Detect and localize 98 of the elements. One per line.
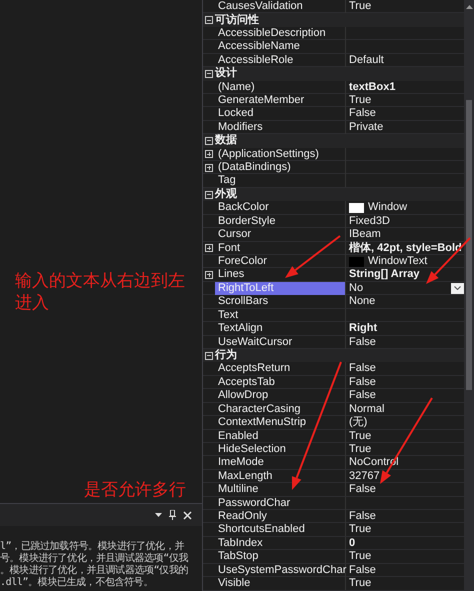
property-row[interactable]: (ApplicationSettings) (203, 148, 464, 162)
output-line: l”，已跳过加载符号。模块进行了优化，并 (0, 541, 186, 552)
property-row[interactable]: UseSystemPasswordChar False (203, 564, 464, 578)
property-row[interactable]: CausesValidation True (203, 0, 464, 14)
property-row[interactable]: ShortcutsEnabled True (203, 523, 464, 537)
property-row[interactable]: TabIndex 0 (203, 536, 464, 550)
property-value[interactable]: True (349, 430, 372, 442)
property-name[interactable]: ShortcutsEnabled (215, 523, 346, 536)
property-name[interactable]: AccessibleName (215, 40, 346, 54)
property-row[interactable]: BackColor Window (203, 201, 464, 215)
property-value[interactable]: None (349, 295, 376, 308)
annotation-text: 是否允许多行 (84, 479, 186, 501)
property-name[interactable]: CausesValidation (215, 0, 346, 13)
property-value[interactable]: False (349, 107, 376, 120)
property-name[interactable]: TextAlign (215, 322, 346, 336)
property-value[interactable]: True (349, 550, 372, 564)
category-header[interactable]: 可访问性 (215, 14, 464, 27)
property-value[interactable]: textBox1 (349, 80, 396, 94)
property-value[interactable]: Private (349, 120, 384, 134)
property-name[interactable]: Modifiers (215, 120, 346, 134)
property-name[interactable]: ScrollBars (215, 295, 346, 308)
property-row[interactable]: Enabled True (203, 430, 464, 443)
property-row[interactable]: Locked False (203, 107, 464, 121)
property-row[interactable]: AcceptsTab False (203, 376, 464, 390)
property-name[interactable]: AccessibleRole (215, 54, 346, 67)
property-row[interactable]: GenerateMember True (203, 94, 464, 108)
category-header[interactable]: 设计 (215, 67, 464, 80)
property-value[interactable]: True (349, 94, 372, 107)
property-value[interactable]: False (349, 376, 376, 389)
property-row[interactable]: AccessibleDescription (203, 26, 464, 40)
property-value[interactable]: True (349, 0, 372, 13)
property-value[interactable]: Normal (349, 402, 384, 416)
property-row[interactable]: AcceptsReturn False (203, 362, 464, 376)
property-name[interactable]: ImeMode (215, 456, 346, 470)
category-header[interactable]: 行为 (215, 349, 464, 362)
property-row[interactable]: ForeColor WindowText (203, 255, 464, 268)
property-row[interactable]: (DataBindings) (203, 161, 464, 174)
property-row[interactable]: TabStop True (203, 550, 464, 564)
property-value[interactable]: IBeam (349, 228, 381, 242)
property-value[interactable]: No (349, 282, 364, 295)
output-line: .dll”。模块已生成，不包含符号。 (0, 577, 154, 589)
category-header[interactable]: 外观 (215, 188, 464, 202)
output-line: 号。模块进行了优化，并且调试器选项“仅我 (0, 553, 190, 564)
property-row[interactable]: HideSelection True (203, 442, 464, 456)
property-row[interactable]: Cursor IBeam (203, 228, 464, 242)
property-value[interactable]: True (349, 442, 372, 456)
property-value[interactable]: WindowText (368, 255, 428, 268)
property-row[interactable]: AllowDrop False (203, 389, 464, 403)
property-name[interactable]: Visible (215, 577, 346, 590)
property-value[interactable]: 0 (349, 536, 356, 550)
property-row[interactable]: ScrollBars None (203, 295, 464, 309)
property-row[interactable]: BorderStyle Fixed3D (203, 214, 464, 228)
property-name[interactable]: UseWaitCursor (215, 336, 346, 349)
property-value[interactable]: 楷体, 42pt, style=Bold (349, 242, 462, 255)
property-name[interactable]: BackColor (215, 201, 346, 214)
property-name[interactable]: AcceptsReturn (215, 362, 346, 376)
property-row[interactable]: Font 楷体, 42pt, style=Bold (203, 242, 464, 256)
property-row[interactable]: UseWaitCursor False (203, 336, 464, 349)
property-name[interactable]: AllowDrop (215, 389, 346, 402)
property-value[interactable]: False (349, 483, 376, 496)
property-row[interactable]: AccessibleName (203, 40, 464, 54)
property-value[interactable]: Default (349, 54, 384, 67)
property-row[interactable]: Text (203, 308, 464, 322)
property-name[interactable]: Locked (215, 107, 346, 120)
property-row[interactable]: RightToLeft No (203, 282, 464, 296)
property-name[interactable]: Cursor (215, 228, 346, 242)
property-value[interactable]: False (349, 564, 376, 577)
property-value[interactable]: String[] Array (349, 268, 420, 282)
property-value[interactable]: 32767 (349, 470, 380, 483)
property-value[interactable]: (无) (349, 416, 368, 430)
property-name[interactable]: RightToLeft (215, 282, 346, 295)
property-row[interactable]: Multiline False (203, 483, 464, 497)
property-value[interactable]: Right (349, 322, 378, 336)
property-row[interactable]: ReadOnly False (203, 510, 464, 524)
property-row[interactable]: CharacterCasing Normal (203, 402, 464, 416)
property-value[interactable]: False (349, 389, 376, 402)
property-row[interactable]: Modifiers Private (203, 120, 464, 134)
output-line: 。模块进行了优化，并且调试器选项“仅我的 (0, 565, 190, 576)
property-name[interactable]: TabStop (215, 550, 346, 564)
property-row[interactable]: (Name) textBox1 (203, 80, 464, 94)
property-value[interactable]: False (349, 336, 376, 349)
property-name[interactable]: ContextMenuStrip (215, 416, 346, 430)
property-row[interactable]: ContextMenuStrip (无) (203, 416, 464, 430)
property-row[interactable]: AccessibleRole Default (203, 54, 464, 68)
property-value[interactable]: Window (368, 201, 408, 214)
property-value[interactable]: False (349, 510, 376, 524)
property-row[interactable]: TextAlign Right (203, 322, 464, 336)
property-row[interactable]: Tag (203, 174, 464, 188)
property-row[interactable]: Lines String[] Array (203, 268, 464, 282)
annotation-text: 输入的文本从右边到左进入 (15, 270, 186, 314)
property-value[interactable]: Fixed3D (349, 214, 390, 228)
property-row[interactable]: PasswordChar (203, 496, 464, 510)
property-value[interactable]: True (349, 577, 372, 590)
property-name[interactable]: Tag (215, 174, 346, 188)
property-value[interactable]: True (349, 523, 372, 536)
property-row[interactable]: Visible True (203, 577, 464, 591)
property-value[interactable]: False (349, 362, 376, 376)
category-header[interactable]: 数据 (215, 134, 464, 148)
